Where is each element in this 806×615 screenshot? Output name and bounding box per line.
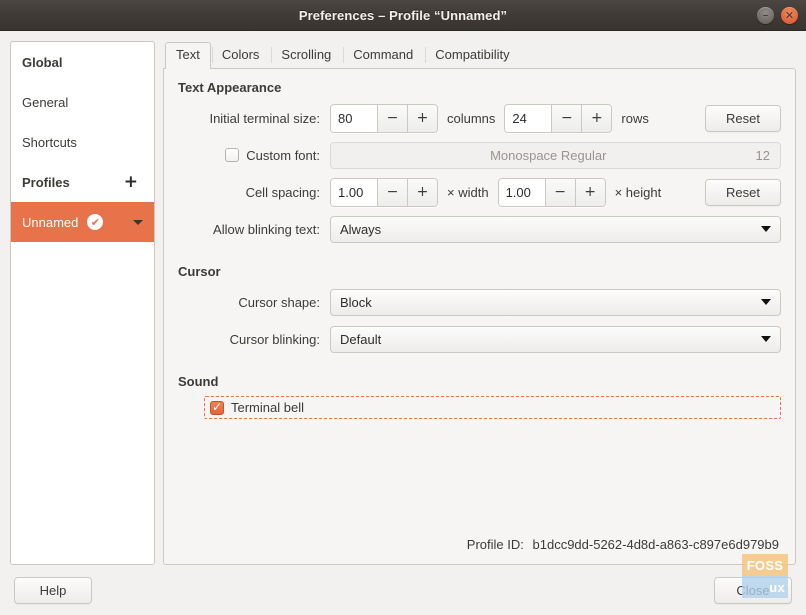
- rows-spinner[interactable]: 24 − +: [504, 104, 612, 133]
- allow-blinking-text-label: Allow blinking text:: [178, 222, 330, 237]
- cursor-shape-label: Cursor shape:: [178, 295, 330, 310]
- window-title: Preferences – Profile “Unnamed”: [299, 8, 507, 23]
- chevron-down-icon: [761, 336, 771, 342]
- custom-font-label-group: Custom font:: [178, 148, 330, 163]
- profile-id: Profile ID: b1dcc9dd-5262-4d8d-a863-c897…: [178, 537, 781, 554]
- columns-increment-icon[interactable]: +: [407, 105, 437, 132]
- columns-decrement-icon[interactable]: −: [377, 105, 407, 132]
- default-profile-check-icon: ✔: [87, 214, 103, 230]
- window-body: Global General Shortcuts Profiles + Unna…: [0, 31, 806, 565]
- titlebar: Preferences – Profile “Unnamed” – ✕: [0, 0, 806, 31]
- cell-width-input[interactable]: 1.00: [331, 179, 377, 206]
- cell-height-decrement-icon[interactable]: −: [545, 179, 575, 206]
- row-allow-blinking-text: Allow blinking text: Always: [178, 213, 781, 245]
- close-icon: ✕: [781, 7, 798, 24]
- columns-input[interactable]: 80: [331, 105, 377, 132]
- tab-colors[interactable]: Colors: [211, 42, 271, 68]
- cursor-blinking-select[interactable]: Default: [330, 326, 781, 353]
- font-size-label: 12: [756, 148, 770, 163]
- cell-height-unit-label: × height: [606, 185, 671, 200]
- sidebar-item-label: Global: [22, 55, 62, 70]
- columns-spinner[interactable]: 80 − +: [330, 104, 438, 133]
- cursor-shape-select[interactable]: Block: [330, 289, 781, 316]
- cell-height-spinner[interactable]: 1.00 − +: [498, 178, 606, 207]
- terminal-bell-row[interactable]: Terminal bell: [204, 396, 781, 419]
- sidebar-item-label: General: [22, 95, 68, 110]
- cell-width-unit-label: × width: [438, 185, 498, 200]
- add-profile-icon[interactable]: +: [122, 174, 140, 191]
- tab-command[interactable]: Command: [342, 42, 424, 68]
- sidebar: Global General Shortcuts Profiles + Unna…: [10, 41, 155, 565]
- row-cell-spacing: Cell spacing: 1.00 − + × width 1.00 − + …: [178, 176, 781, 208]
- allow-blinking-text-value: Always: [340, 222, 761, 237]
- sidebar-section-profiles: Profiles +: [11, 162, 154, 202]
- help-button[interactable]: Help: [14, 577, 92, 604]
- main-panel: Text Colors Scrolling Command Compatibil…: [163, 41, 796, 565]
- cell-width-decrement-icon[interactable]: −: [377, 179, 407, 206]
- tab-bar: Text Colors Scrolling Command Compatibil…: [163, 41, 796, 68]
- cell-height-increment-icon[interactable]: +: [575, 179, 605, 206]
- section-title-cursor: Cursor: [178, 264, 781, 279]
- allow-blinking-text-select[interactable]: Always: [330, 216, 781, 243]
- sidebar-item-label: Unnamed: [22, 215, 78, 230]
- row-initial-terminal-size: Initial terminal size: 80 − + columns 24…: [178, 102, 781, 134]
- rows-increment-icon[interactable]: +: [581, 105, 611, 132]
- profile-id-label: Profile ID:: [467, 537, 524, 552]
- row-cursor-shape: Cursor shape: Block: [178, 286, 781, 318]
- custom-font-checkbox[interactable]: [225, 148, 239, 162]
- rows-decrement-icon[interactable]: −: [551, 105, 581, 132]
- cell-width-increment-icon[interactable]: +: [407, 179, 437, 206]
- tab-compatibility[interactable]: Compatibility: [424, 42, 520, 68]
- sidebar-item-label: Shortcuts: [22, 135, 77, 150]
- section-title-text-appearance: Text Appearance: [178, 80, 781, 95]
- cursor-shape-value: Block: [340, 295, 761, 310]
- terminal-bell-label: Terminal bell: [231, 400, 304, 415]
- cursor-blinking-value: Default: [340, 332, 761, 347]
- tab-scrolling[interactable]: Scrolling: [270, 42, 342, 68]
- initial-terminal-size-label: Initial terminal size:: [178, 111, 330, 126]
- minimize-button[interactable]: –: [757, 7, 774, 24]
- section-title-sound: Sound: [178, 374, 781, 389]
- font-chooser-button[interactable]: Monospace Regular 12: [330, 142, 781, 169]
- cell-width-spinner[interactable]: 1.00 − +: [330, 178, 438, 207]
- minimize-icon: –: [757, 6, 774, 24]
- tab-text[interactable]: Text: [165, 42, 211, 69]
- columns-unit-label: columns: [438, 111, 504, 126]
- sidebar-section-label: Profiles: [22, 175, 70, 190]
- close-window-button[interactable]: ✕: [781, 7, 798, 24]
- row-cursor-blinking: Cursor blinking: Default: [178, 323, 781, 355]
- reset-cell-spacing-button[interactable]: Reset: [705, 179, 781, 206]
- window-controls: – ✕: [757, 0, 798, 30]
- font-name-label: Monospace Regular: [341, 148, 756, 163]
- chevron-down-icon: [761, 226, 771, 232]
- cell-spacing-label: Cell spacing:: [178, 185, 330, 200]
- row-custom-font: Custom font: Monospace Regular 12: [178, 139, 781, 171]
- sidebar-item-global[interactable]: Global: [11, 42, 154, 82]
- cursor-blinking-label: Cursor blinking:: [178, 332, 330, 347]
- reset-terminal-size-button[interactable]: Reset: [705, 105, 781, 132]
- sidebar-item-general[interactable]: General: [11, 82, 154, 122]
- chevron-down-icon[interactable]: [133, 220, 143, 225]
- chevron-down-icon: [761, 299, 771, 305]
- terminal-bell-checkbox[interactable]: [210, 401, 224, 415]
- close-button[interactable]: Close: [714, 577, 792, 604]
- footer-bar: Help Close: [0, 565, 806, 615]
- sidebar-item-unnamed-profile[interactable]: Unnamed ✔: [11, 202, 154, 242]
- sidebar-item-shortcuts[interactable]: Shortcuts: [11, 122, 154, 162]
- cell-height-input[interactable]: 1.00: [499, 179, 545, 206]
- tab-page-text: Text Appearance Initial terminal size: 8…: [163, 68, 796, 565]
- rows-unit-label: rows: [612, 111, 657, 126]
- custom-font-label: Custom font:: [246, 148, 320, 163]
- profile-id-value: b1dcc9dd-5262-4d8d-a863-c897e6d979b9: [533, 537, 780, 552]
- preferences-window: Preferences – Profile “Unnamed” – ✕ Glob…: [0, 0, 806, 615]
- rows-input[interactable]: 24: [505, 105, 551, 132]
